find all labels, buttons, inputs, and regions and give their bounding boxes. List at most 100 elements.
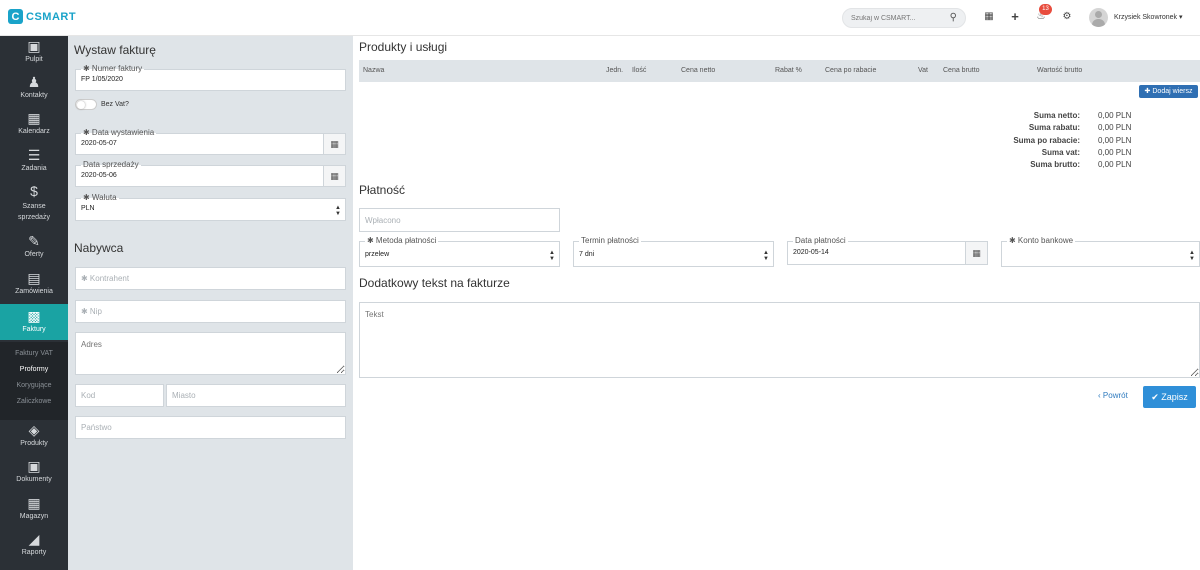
column-header: Ilość [632,67,647,74]
sidebar-item-zadania[interactable]: ☰ Zadania [0,147,68,172]
calendar-icon[interactable]: ▦ [965,242,987,264]
submenu-item-faktury-vat[interactable]: Faktury VAT [0,350,68,357]
city-placeholder: Miasto [172,391,196,400]
country-field[interactable]: Państwo [75,416,346,439]
gear-icon[interactable]: ⚙ [1060,10,1074,24]
products-table-header: Nazwa Jedn. Ilość Cena netto Rabat % Cen… [359,60,1200,82]
city-field[interactable]: Miasto [166,384,346,407]
summary-label: Suma rabatu: [1028,123,1080,132]
paid-placeholder: Wpłacono [365,216,401,225]
summary-value: 0,00 PLN [1098,148,1132,157]
cart-icon: ▤ [27,270,41,286]
summary-label: Suma vat: [1041,148,1080,157]
invoice-number-value: FP 1/05/2020 [81,76,123,83]
column-header: Vat [918,67,928,74]
nip-field[interactable]: ✱ Nip [75,300,346,323]
postal-code-field[interactable]: Kod [75,384,164,407]
user-menu[interactable]: Krzysiek Skowronek ▾ [1114,13,1183,21]
sidebar-item-magazyn[interactable]: ▦ Magazyn [0,495,68,520]
no-vat-toggle[interactable] [75,99,97,110]
issue-date-field[interactable]: ✱ Data wystawienia 2020-05-07 ▦ [75,128,346,155]
grid-icon: ▦ [27,495,41,511]
save-button[interactable]: ✔ Zapisz [1143,386,1196,408]
calendar-icon[interactable]: ▦ [323,134,345,154]
payment-date-field[interactable]: Data płatności 2020-05-14 ▦ [787,236,988,265]
summary-label: Suma netto: [1033,111,1080,120]
column-header: Jedn. [606,67,624,74]
payment-date-value: 2020-05-14 [793,249,829,256]
add-row-label: Dodaj wiersz [1152,88,1193,95]
issue-date-label: ✱ Data wystawienia [81,128,157,138]
payment-term-select[interactable]: Termin płatności 7 dni ▲ ▼ [573,236,774,267]
extra-text-field[interactable] [359,302,1200,378]
calendar-icon[interactable]: ▦ [982,10,996,24]
search-box: ⚲ [842,8,966,28]
sidebar-submenu: Faktury VAT Proformy Korygujące Zaliczko… [0,342,68,420]
laptop-icon: ▣ [27,38,41,54]
bank-account-select[interactable]: ✱ Konto bankowe ▲ ▼ [1001,236,1200,267]
calendar-icon: ▦ [27,110,41,126]
extra-text-title: Dodatkowy tekst na fakturze [359,276,510,290]
payment-term-label: Termin płatności [579,236,641,246]
summary-value: 0,00 PLN [1098,111,1132,120]
search-input[interactable] [851,12,945,25]
sidebar-item-zamowienia[interactable]: ▤ Zamówienia [0,270,68,295]
dollar-icon: $ [30,183,38,199]
tasks-icon: ☰ [27,147,41,163]
paid-field[interactable]: Wpłacono [359,208,560,232]
sidebar-item-kontakty[interactable]: ♟ Kontakty [0,74,68,99]
no-vat-label: Bez Vat? [101,101,129,108]
sidebar-item-raporty[interactable]: ◢ Raporty [0,531,68,556]
chevron-down-icon: ▾ [1178,14,1183,21]
avatar[interactable] [1089,8,1108,27]
submenu-item-proformy[interactable]: Proformy [0,366,68,373]
select-arrows-icon: ▲ ▼ [1189,250,1195,262]
sidebar-item-szanse[interactable]: $ Szanse sprzedaży [0,183,68,223]
submenu-item-korygujace[interactable]: Korygujące [0,382,68,389]
country-placeholder: Państwo [81,423,112,432]
column-header: Wartość brutto [1037,67,1083,74]
logo[interactable]: C CSMART [8,9,76,24]
payment-date-label: Data płatności [793,236,848,246]
sidebar-item-label: Zamówienia [15,288,53,295]
sidebar-item-kalendarz[interactable]: ▦ Kalendarz [0,110,68,135]
select-arrows-icon: ▲ ▼ [335,205,341,217]
add-row-button[interactable]: ✚ Dodaj wiersz [1139,85,1198,98]
currency-value: PLN [81,205,95,212]
sidebar-item-oferty[interactable]: ✎ Oferty [0,233,68,258]
calendar-icon[interactable]: ▦ [323,166,345,186]
sidebar-item-dokumenty[interactable]: ▣ Dokumenty [0,458,68,483]
back-button[interactable]: ‹ Powrót [1098,391,1128,400]
search-icon[interactable]: ⚲ [950,12,957,23]
payment-method-label: ✱ Metoda płatności [365,236,439,246]
sale-date-field[interactable]: Data sprzedaży 2020-05-06 ▦ [75,160,346,187]
payment-method-select[interactable]: ✱ Metoda płatności przelew ▲ ▼ [359,236,560,267]
notification-badge: 13 [1039,4,1052,15]
sidebar-item-label: Raporty [21,549,47,556]
sidebar-item-faktury[interactable]: ▩ Faktury [0,304,68,340]
submenu-item-zaliczkowe[interactable]: Zaliczkowe [0,398,68,405]
column-header: Cena brutto [943,67,980,74]
invoice-number-field[interactable]: ✱ Numer faktury FP 1/05/2020 [75,64,346,91]
invoice-title: Wystaw fakturę [74,43,156,57]
logo-text: CSMART [26,10,77,23]
contractor-placeholder: ✱ Kontrahent [81,274,130,283]
summary-value: 0,00 PLN [1098,123,1132,132]
sidebar-item-produkty[interactable]: ◈ Produkty [0,422,68,447]
sidebar-item-pulpit[interactable]: ▣ Pulpit [0,38,68,63]
sidebar-item-label: Magazyn [19,513,49,520]
summary-label: Suma brutto: [1030,160,1080,169]
issue-date-value: 2020-05-07 [81,140,117,147]
column-header: Cena po rabacie [825,67,877,74]
payment-term-value: 7 dni [579,251,595,258]
summary-label: Suma po rabacie: [1013,136,1080,145]
currency-select[interactable]: ✱ Waluta PLN ▲ ▼ [75,193,346,221]
payment-method-value: przelew [365,251,390,258]
address-field[interactable] [75,332,346,375]
plus-icon[interactable]: + [1008,10,1022,24]
postal-code-placeholder: Kod [81,391,96,400]
products-title: Produkty i usługi [359,40,448,54]
chevron-left-icon: ‹ [1098,391,1101,400]
select-arrows-icon: ▲ ▼ [763,250,769,262]
contractor-field[interactable]: ✱ Kontrahent [75,267,346,290]
